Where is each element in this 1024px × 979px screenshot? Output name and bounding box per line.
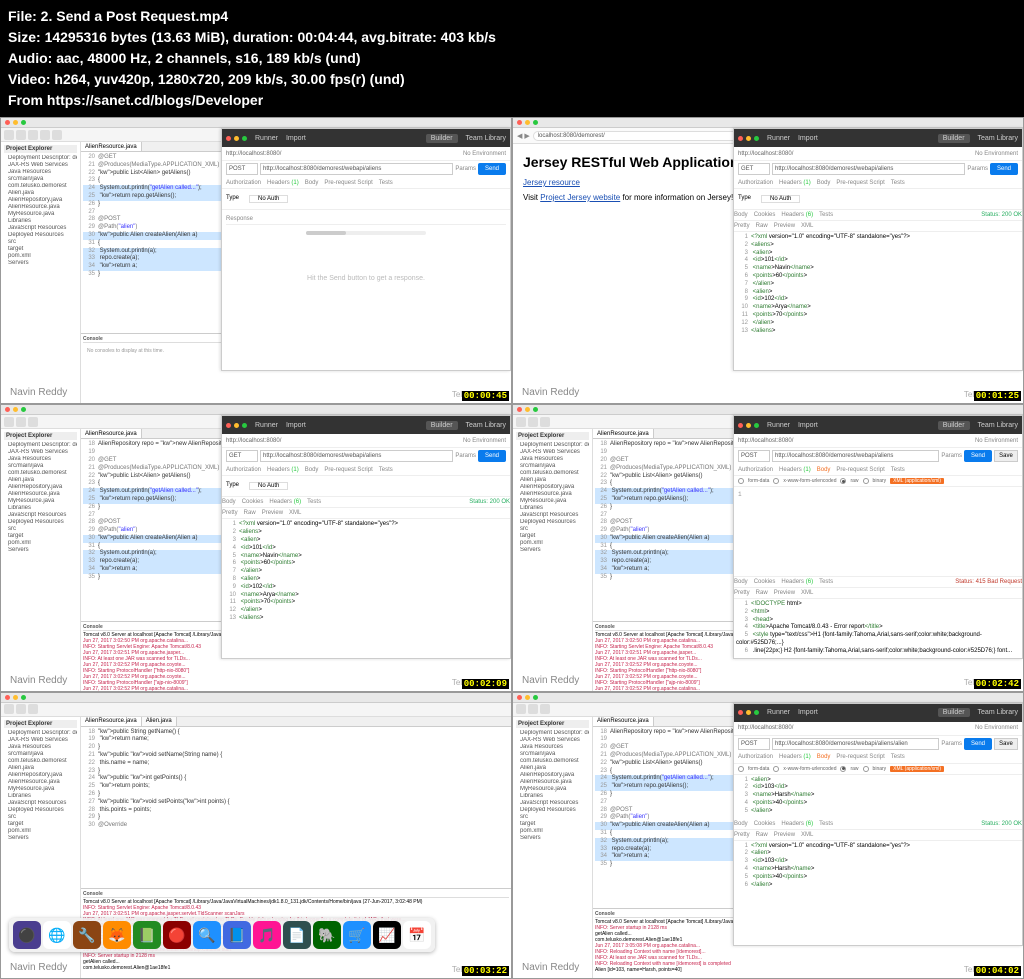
postman-window: RunnerImportBuilderTeam Library http://l…: [221, 128, 511, 371]
thumbnail-2: ◀ ▶localhost:8080/demorest/ Jersey RESTf…: [512, 117, 1024, 404]
dock-icon[interactable]: 🔴: [163, 921, 191, 949]
dock-icon[interactable]: 🐘: [313, 921, 341, 949]
thumbnail-1: Project Explorer Deployment Descriptor: …: [0, 117, 512, 404]
method-select[interactable]: POST: [226, 163, 258, 175]
dock-icon[interactable]: 🔧: [73, 921, 101, 949]
dock-icon[interactable]: 📈: [373, 921, 401, 949]
editor-tab[interactable]: AlienResource.java: [81, 142, 142, 151]
timestamp: 00:00:45: [462, 391, 509, 401]
thumbnail-6: Project Explorer Deployment Descriptor: …: [512, 692, 1024, 979]
dock-icon[interactable]: 🦊: [103, 921, 131, 949]
dock-icon[interactable]: 📅: [403, 921, 431, 949]
send-button[interactable]: Send: [478, 163, 506, 175]
thumbnail-5: Project Explorer Deployment Descriptor: …: [0, 692, 512, 979]
jersey-resource-link[interactable]: Jersey resource: [523, 178, 580, 187]
dock-icon[interactable]: 🎵: [253, 921, 281, 949]
thumbnail-4: Project Explorer Deployment Descriptor: …: [512, 404, 1024, 691]
thumbnail-3: Project Explorer Deployment Descriptor: …: [0, 404, 512, 691]
author-watermark: Navin Reddy: [7, 386, 70, 399]
dock-icon[interactable]: 🛒: [343, 921, 371, 949]
dock-icon[interactable]: 📘: [223, 921, 251, 949]
dock-icon[interactable]: 📄: [283, 921, 311, 949]
project-jersey-link[interactable]: Project Jersey website: [540, 193, 620, 202]
dock-icon[interactable]: 📗: [133, 921, 161, 949]
file-info-header: File: 2. Send a Post Request.mp4 Size: 1…: [0, 0, 1024, 117]
dock-icon[interactable]: 🌐: [43, 921, 71, 949]
dock-icon[interactable]: 🔍: [193, 921, 221, 949]
dock-icon[interactable]: ⚫: [13, 921, 41, 949]
url-input[interactable]: http://localhost:8080/demorest/webapi/al…: [260, 163, 453, 175]
thumbnail-grid: Project Explorer Deployment Descriptor: …: [0, 117, 1024, 979]
postman-window: RunnerImportBuilderTeam Library http://l…: [733, 128, 1023, 371]
project-explorer[interactable]: Project Explorer Deployment Descriptor: …: [1, 142, 81, 403]
